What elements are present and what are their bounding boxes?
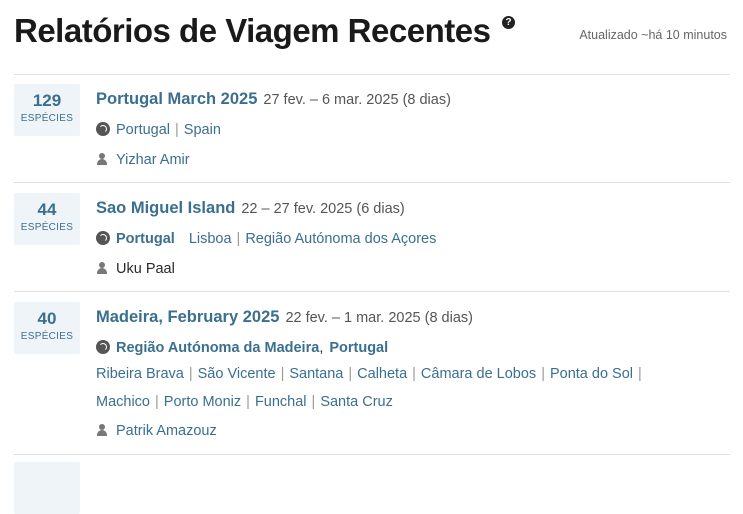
separator: | [155, 394, 159, 410]
person-icon [96, 262, 108, 274]
location-link[interactable]: São Vicente [198, 366, 276, 382]
trip-divider [14, 182, 730, 183]
species-count: 129 [32, 91, 62, 110]
separator: | [541, 366, 545, 382]
trip-title-link[interactable]: Madeira, February 2025 [96, 308, 279, 326]
species-count-badge[interactable]: 40 ESPÉCIES [14, 302, 80, 354]
location-link[interactable]: Spain [184, 122, 221, 138]
location-link[interactable]: Região Autónoma dos Açores [245, 231, 436, 247]
globe-icon [96, 122, 110, 136]
location-link[interactable]: Câmara de Lobos [421, 366, 536, 382]
location-link[interactable]: Porto Moniz [164, 394, 241, 410]
separator: | [175, 122, 179, 138]
observer-link[interactable]: Patrik Amazouz [116, 423, 217, 439]
location-link[interactable]: Santana [289, 366, 343, 382]
trip-dates: 27 fev. – 6 mar. 2025 (8 dias) [263, 92, 451, 108]
location-link[interactable]: Calheta [357, 366, 407, 382]
separator: | [280, 366, 285, 382]
observer-name: Uku Paal [116, 261, 175, 277]
location-link[interactable]: Machico [96, 394, 150, 410]
question-icon[interactable]: ? [502, 16, 515, 29]
trip-card: 129 ESPÉCIES Portugal March 2025 27 fev. … [14, 75, 730, 183]
trip-dates: 22 fev. – 1 mar. 2025 (8 dias) [285, 310, 473, 326]
separator: | [348, 366, 353, 382]
trip-title-link[interactable]: Portugal March 2025 [96, 90, 257, 108]
trip-card-partial [14, 456, 730, 514]
separator: | [311, 394, 316, 410]
location-link[interactable]: Funchal [255, 394, 307, 410]
region-link[interactable]: Região Autónoma da Madeira [116, 340, 319, 356]
separator: | [188, 366, 193, 382]
location-link[interactable]: Lisboa [189, 231, 232, 247]
species-label: ESPÉCIES [20, 113, 74, 124]
location-link[interactable]: Santa Cruz [320, 394, 393, 410]
separator: | [638, 366, 642, 382]
location-link[interactable]: Ponta do Sol [550, 366, 633, 382]
species-count: 40 [37, 309, 57, 328]
trip-divider [14, 291, 730, 292]
trip-title-link[interactable]: Sao Miguel Island [96, 199, 235, 217]
person-icon [96, 153, 108, 165]
trip-card: 40 ESPÉCIES Madeira, February 2025 22 fev… [14, 293, 730, 455]
country-link[interactable]: Portugal [116, 231, 175, 247]
trip-card: 44 ESPÉCIES Sao Miguel Island 22 – 27 fev… [14, 184, 730, 292]
species-count-badge[interactable]: 44 ESPÉCIES [14, 193, 80, 245]
location-link[interactable]: Ribeira Brava [96, 366, 184, 382]
trip-dates: 22 – 27 fev. 2025 (6 dias) [241, 201, 405, 217]
species-count-badge[interactable] [14, 462, 80, 514]
separator: | [236, 231, 241, 247]
trip-divider [14, 454, 730, 455]
location-link[interactable]: Portugal [116, 122, 170, 138]
observer-link[interactable]: Yizhar Amir [116, 152, 190, 168]
species-label: ESPÉCIES [20, 222, 74, 233]
species-label: ESPÉCIES [20, 331, 74, 342]
updated-timestamp: Atualizado ~há 10 minutos [579, 28, 727, 42]
species-count-badge[interactable]: 129 ESPÉCIES [14, 84, 80, 136]
separator: | [246, 394, 250, 410]
globe-icon [96, 340, 110, 354]
separator: | [412, 366, 416, 382]
page-title: Relatórios de Viagem Recentes [14, 12, 491, 49]
country-link[interactable]: Portugal [329, 340, 388, 356]
globe-icon [96, 231, 110, 245]
person-icon [96, 424, 108, 436]
species-count: 44 [37, 200, 57, 219]
region-separator: , [319, 340, 324, 356]
page-header: Relatórios de Viagem Recentes ? Atualiza… [14, 10, 743, 60]
